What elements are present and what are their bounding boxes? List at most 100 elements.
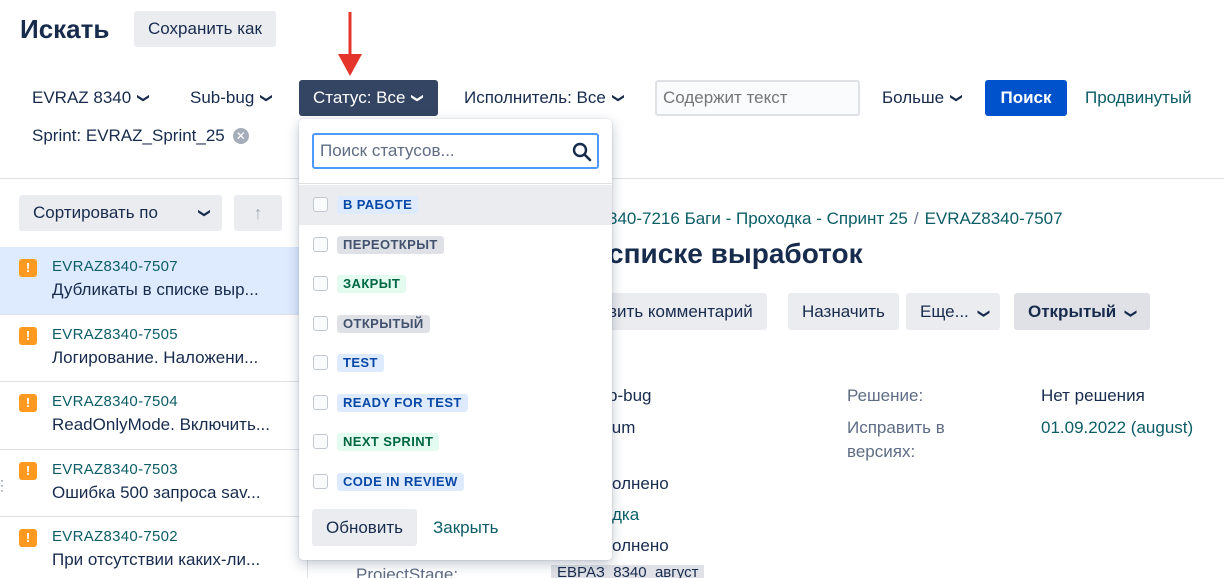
bug-icon: ! — [19, 529, 37, 547]
assignee-filter[interactable]: Исполнитель: Все ❯ — [450, 80, 638, 116]
sort-direction-button[interactable]: ↑ — [234, 195, 282, 231]
project-filter[interactable]: EVRAZ 8340 ❯ — [18, 80, 163, 116]
resolution-label: Решение: — [847, 386, 924, 405]
status-transition-label: Открытый — [1028, 302, 1117, 321]
issue-key: EVRAZ8340-7502 — [52, 528, 178, 545]
text-search-input[interactable] — [655, 80, 860, 116]
type-filter-label: Sub-bug — [190, 88, 255, 107]
status-option[interactable]: В РАБОТЕ — [299, 185, 612, 225]
bug-icon: ! — [19, 259, 37, 277]
status-lozenge: ПЕРЕОТКРЫТ — [337, 235, 444, 254]
save-as-button[interactable]: Сохранить как — [134, 11, 276, 47]
chevron-down-icon: ❯ — [197, 207, 212, 219]
chevron-down-icon: ❯ — [977, 308, 992, 319]
issue-summary: При отсутствии каких-ли... — [52, 550, 261, 569]
status-checkbox[interactable] — [313, 473, 328, 489]
advanced-search-link[interactable]: Продвинутый — [1085, 80, 1192, 116]
chevron-down-icon: ❯ — [1124, 308, 1139, 319]
resize-handle-icon[interactable]: · · · — [0, 474, 4, 496]
sort-button[interactable]: Сортировать по ❯ — [19, 195, 222, 231]
status-option[interactable]: READY FOR TEST — [299, 383, 612, 423]
chevron-down-icon: ❯ — [411, 92, 426, 104]
bug-icon: ! — [19, 461, 37, 480]
project-filter-label: EVRAZ 8340 — [32, 88, 132, 107]
chevron-down-icon: ❯ — [950, 92, 965, 104]
status-checkbox[interactable] — [313, 315, 328, 331]
update-button[interactable]: Обновить — [312, 509, 417, 546]
type-value: b-bug — [608, 386, 652, 405]
issue-key: EVRAZ8340-7507 — [52, 258, 178, 275]
header-divider — [0, 178, 1224, 179]
search-icon — [572, 142, 592, 162]
sort-label: Сортировать по — [33, 203, 158, 222]
status-transition-button[interactable]: Открытый ❯ — [1014, 293, 1151, 330]
issue-key: EVRAZ8340-7504 — [52, 393, 178, 410]
status-option[interactable]: NEXT SPRINT — [299, 422, 612, 462]
bug-icon: ! — [19, 326, 37, 345]
fix-version-link[interactable]: 01.09.2022 (august) — [1041, 418, 1193, 438]
assignee-filter-label: Исполнитель: Все — [464, 88, 606, 107]
status-lozenge: READY FOR TEST — [337, 393, 468, 412]
issue-list: ! EVRAZ8340-7507 Дубликаты в списке выр.… — [0, 247, 308, 578]
close-link[interactable]: Закрыть — [433, 509, 498, 546]
issue-key: EVRAZ8340-7505 — [52, 325, 178, 343]
issue-list-item[interactable]: ! EVRAZ8340-7504 ReadOnlyMode. Включить.… — [0, 382, 308, 450]
issue-key: EVRAZ8340-7503 — [52, 460, 178, 478]
status-lozenge: CODE IN REVIEW — [337, 472, 464, 491]
fix-version-label: Исправить в — [847, 418, 945, 437]
resolution-value: Нет решения — [1041, 386, 1145, 405]
more-filters-button[interactable]: Больше ❯ — [868, 80, 976, 116]
issue-title: списке выработок — [608, 238, 863, 269]
issue-list-item[interactable]: ! EVRAZ8340-7502 При отсутствии каких-ли… — [0, 517, 308, 578]
breadcrumb-parent-link[interactable]: 340-7216 Баги - Проходка - Спринт 25 — [608, 209, 908, 228]
status-option[interactable]: CODE IN REVIEW — [299, 462, 612, 502]
dropdown-divider — [299, 183, 612, 184]
status-checkbox[interactable] — [313, 276, 328, 291]
breadcrumb-current-link[interactable]: EVRAZ8340-7507 — [925, 209, 1063, 228]
status-checkbox[interactable] — [313, 355, 328, 370]
breadcrumb: 340-7216 Баги - Проходка - Спринт 25 / EVR… — [608, 209, 1063, 229]
status-search-field[interactable] — [312, 133, 599, 169]
field-value: олнено — [612, 536, 669, 555]
priority-value: ium — [608, 418, 636, 437]
status-checkbox[interactable] — [313, 236, 328, 252]
issue-summary: Логирование. Наложени... — [52, 347, 259, 367]
clear-filter-icon[interactable]: ✕ — [232, 128, 249, 144]
more-actions-label: Еще... — [920, 302, 969, 321]
fix-version-label-2: версиях: — [847, 442, 916, 461]
chevron-down-icon: ❯ — [137, 92, 152, 104]
status-option[interactable]: ПЕРЕОТКРЫТ — [299, 225, 612, 265]
status-lozenge: ОТКРЫТЫЙ — [337, 314, 430, 333]
status-option-list: В РАБОТЕ ПЕРЕОТКРЫТ ЗАКРЫТ ОТКРЫТЫЙ TEST… — [299, 185, 612, 501]
status-checkbox[interactable] — [313, 434, 328, 449]
status-option[interactable]: ОТКРЫТЫЙ — [299, 304, 612, 344]
field-link[interactable]: дка — [612, 505, 639, 525]
project-stage-tag[interactable]: ЕВРАЗ_8340_август — [551, 565, 705, 578]
breadcrumb-separator: / — [913, 209, 919, 228]
issue-list-item[interactable]: ! EVRAZ8340-7505 Логирование. Наложени..… — [0, 315, 308, 382]
issue-summary: Ошибка 500 запроса sav... — [52, 482, 261, 502]
chevron-down-icon: ❯ — [611, 92, 626, 104]
status-lozenge: ЗАКРЫТ — [337, 275, 407, 293]
status-checkbox[interactable] — [313, 394, 328, 410]
status-lozenge: В РАБОТЕ — [337, 196, 419, 214]
field-value: олнено — [612, 474, 669, 493]
issue-list-item[interactable]: ! EVRAZ8340-7507 Дубликаты в списке выр.… — [0, 247, 308, 315]
more-filters-label: Больше — [882, 88, 945, 107]
issue-list-item[interactable]: ! EVRAZ8340-7503 Ошибка 500 запроса sav.… — [0, 450, 308, 517]
status-search-input[interactable] — [314, 135, 564, 167]
assign-button[interactable]: Назначить — [788, 293, 899, 330]
status-option[interactable]: TEST — [299, 343, 612, 383]
more-actions-button[interactable]: Еще... ❯ — [906, 293, 1000, 330]
sprint-filter[interactable]: Sprint: EVRAZ_Sprint_25 ✕ — [18, 118, 263, 154]
status-lozenge: NEXT SPRINT — [337, 433, 440, 451]
type-filter[interactable]: Sub-bug ❯ — [176, 80, 286, 116]
status-lozenge: TEST — [337, 354, 384, 372]
project-stage-label: ProjectStage: — [356, 565, 459, 578]
search-button[interactable]: Поиск — [985, 80, 1067, 116]
status-filter[interactable]: Статус: Все ❯ — [299, 80, 438, 116]
status-dropdown: В РАБОТЕ ПЕРЕОТКРЫТ ЗАКРЫТ ОТКРЫТЫЙ TEST… — [299, 119, 612, 560]
status-option[interactable]: ЗАКРЫТ — [299, 264, 612, 304]
status-checkbox[interactable] — [313, 197, 328, 212]
chevron-down-icon: ❯ — [260, 92, 275, 104]
